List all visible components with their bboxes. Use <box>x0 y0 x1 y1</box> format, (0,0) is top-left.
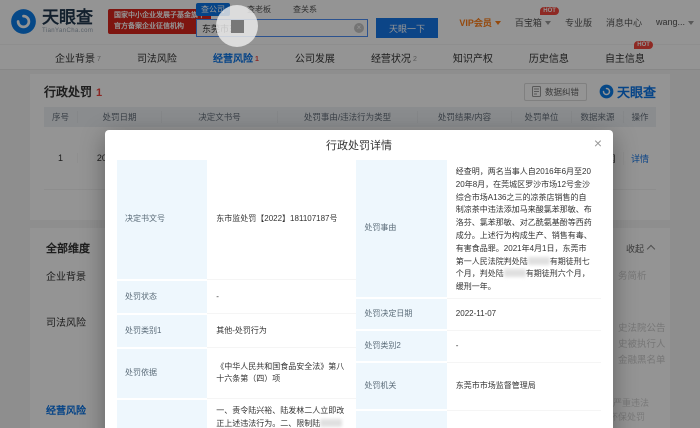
field-value-penalty-type1: 其他-处罚行为 <box>207 313 357 349</box>
modal-left-table: 决定书文号 东市监处罚【2022】181107187号 处罚状态 - 处罚类别1… <box>117 160 357 428</box>
redacted-text <box>503 269 526 278</box>
field-value-penalty-basis: 《中华人民共和国食品安全法》第八十六条第（四）项 <box>207 347 357 400</box>
cursor-square <box>230 19 244 33</box>
redacted-text <box>320 419 343 428</box>
penalty-detail-modal: 行政处罚详情 × 决定书文号 东市监处罚【2022】181107187号 处罚状… <box>105 130 613 428</box>
field-value-decision-date: 2022-11-07 <box>446 298 601 331</box>
field-label-decision-date: 处罚决定日期 <box>356 298 447 332</box>
close-icon[interactable]: × <box>594 136 602 150</box>
field-label-penalty-amount: 处罚金额 <box>356 410 447 428</box>
cursor-highlight <box>216 5 258 47</box>
field-value-penalty-reason: 经查明，两名当事人自2016年6月至2020年8月，在莞城区罗沙市场12号金沙综… <box>446 160 601 299</box>
field-value-penalty-authority: 东莞市市场监督管理局 <box>446 362 601 411</box>
modal-title: 行政处罚详情 <box>326 140 392 152</box>
field-label-doc-number: 决定书文号 <box>117 160 208 281</box>
field-label-penalty-reason: 处罚事由 <box>356 160 447 300</box>
redacted-text <box>527 256 550 265</box>
field-label-penalty-authority: 处罚机关 <box>356 362 447 412</box>
field-value-penalty-type2: - <box>446 330 601 363</box>
page: 天眼查 TianYanCha.com 国家中小企业发展子基金旗下 官方备案企业征… <box>0 0 700 428</box>
field-value-penalty-status: - <box>207 279 357 315</box>
field-value-doc-number: 东市监处罚【2022】181107187号 <box>207 160 357 281</box>
modal-right-table: 处罚事由 经查明，两名当事人自2016年6月至2020年8月，在莞城区罗沙市场1… <box>356 160 601 428</box>
field-label-penalty-type1: 处罚类别1 <box>117 313 208 349</box>
field-value-penalty-result: 一、责令陆兴裕、陆发林二人立即改正上述违法行为。二、限制陆、陆二人终身不得从事食… <box>207 398 357 428</box>
reason-text: 经查明，两名当事人自2016年6月至2020年8月，在莞城区罗沙市场12号金沙综… <box>455 167 592 266</box>
field-label-penalty-basis: 处罚依据 <box>117 347 208 400</box>
field-label-penalty-result: 处罚结果 <box>117 398 208 428</box>
field-label-penalty-type2: 处罚类别2 <box>356 330 447 364</box>
field-label-penalty-status: 处罚状态 <box>117 279 208 315</box>
field-value-penalty-amount: - <box>446 410 601 428</box>
